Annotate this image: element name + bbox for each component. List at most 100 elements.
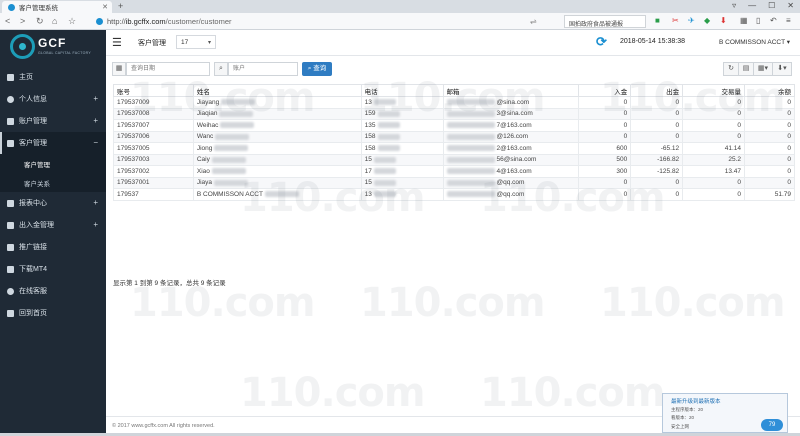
menu-icon[interactable]: ▿ — [732, 1, 736, 10]
close-tab-icon[interactable]: ✕ — [102, 3, 108, 11]
translate-icon[interactable]: ✈ — [688, 16, 695, 25]
table-row[interactable]: 179537001 Jiaya 15 @qq.com 0 0 0 0 — [113, 176, 795, 189]
table-row[interactable]: 179537006 Wanc 158 @126.com 0 0 0 0 — [113, 130, 795, 143]
grid-icon[interactable]: ▦ — [740, 16, 748, 25]
table-row[interactable]: 179537003 Caiy 15 56@sina.com 500 -166.82 25.2… — [113, 153, 795, 166]
cell-volume-text: 0 — [737, 133, 742, 141]
cell-deposit: 0 — [578, 107, 632, 120]
col-deposit[interactable]: 入金 — [578, 84, 632, 97]
cell-balance-text: 0 — [787, 179, 791, 187]
search-icon[interactable]: ⌕ — [214, 62, 228, 76]
col-account[interactable]: 账号 — [113, 84, 194, 97]
sidebar-item-profile[interactable]: 个人信息 + — [0, 88, 106, 110]
sidebar-item-promo-link[interactable]: 推广链接 — [0, 236, 106, 258]
table-row[interactable]: 179537009 Jiayang 13 @sina.com 0 0 0 0 — [113, 96, 795, 109]
sidebar-item-accounts[interactable]: 账户管理 + — [0, 110, 106, 132]
col-volume[interactable]: 交易量 — [682, 84, 746, 97]
download-icon[interactable]: ⬇ — [720, 16, 727, 25]
cell-email-text: @sina.com — [496, 98, 530, 106]
update-notification[interactable]: 最新升级到最新版本 主程序版本：20 看版本：20 安全上网 79 — [662, 393, 788, 433]
cell-phone: 15 — [360, 176, 444, 189]
col-withdraw[interactable]: 出金 — [630, 84, 684, 97]
cell-withdraw: -65.12 — [630, 142, 684, 155]
date-input[interactable] — [126, 62, 210, 76]
home-icon[interactable]: ⌂ — [52, 16, 57, 26]
user-account-menu[interactable]: B COMMISSON ACCT ▾ — [719, 38, 790, 46]
export-icon[interactable]: ⬇▾ — [772, 62, 792, 76]
url-field[interactable]: http:// ib.gcffx.com /customer/customer — [96, 15, 566, 28]
cell-name: Jiong — [192, 142, 362, 155]
sidebar-subitem-customer-manage[interactable]: 客户管理 — [0, 154, 106, 173]
refresh-icon[interactable]: ⟳ — [596, 34, 607, 50]
cell-account: 179537003 — [113, 153, 194, 166]
main-content: ☰ 客户管理 17 ▾ ⟳ 2018-05-14 15:38:38 B COMM… — [106, 30, 800, 434]
cell-volume: 0 — [682, 130, 746, 143]
extension-icon[interactable]: ■ — [655, 16, 660, 25]
share-icon[interactable]: ⇌ — [530, 17, 537, 26]
table-row[interactable]: 179537 B COMMISSON ACCT 13 @qq.com 0 0 0 51.79 — [113, 188, 795, 201]
hamburger-icon[interactable]: ☰ — [112, 36, 122, 49]
sidebar-item-customers[interactable]: 客户管理 − — [0, 132, 106, 154]
col-name[interactable]: 姓名 — [192, 84, 362, 97]
phone-icon[interactable]: ▯ — [756, 16, 760, 25]
reload-icon[interactable]: ↻ — [36, 16, 44, 27]
close-window-icon[interactable]: ✕ — [787, 1, 794, 10]
new-tab-icon[interactable]: + — [118, 1, 123, 11]
cell-withdraw: 0 — [630, 96, 684, 109]
redacted-block — [446, 99, 495, 106]
cell-volume-text: 25.2 — [728, 156, 742, 164]
star-icon[interactable]: ☆ — [68, 16, 76, 27]
cell-phone-text: 158 — [364, 133, 376, 141]
cell-email-text: @qq.com — [496, 190, 525, 198]
cell-balance: 51.79 — [744, 188, 795, 201]
cell-deposit-text: 0 — [623, 121, 628, 129]
table-row[interactable]: 179537005 Jiong 158 2@163.com 600 -65.12 41.14… — [113, 142, 795, 155]
maximize-icon[interactable]: ☐ — [768, 1, 775, 10]
table-row[interactable]: 179537002 Xiao 17 4@163.com 300 -125.82 13.47 0 — [113, 165, 795, 178]
col-phone[interactable]: 电话 — [360, 84, 444, 97]
col-balance[interactable]: 余额 — [744, 84, 795, 97]
sidebar-item-label: 出入金管理 — [19, 222, 54, 229]
account-input[interactable] — [228, 62, 298, 76]
back-icon[interactable]: < — [5, 16, 10, 26]
query-button[interactable]: ⌕ 查询 — [302, 62, 332, 76]
more-icon[interactable]: ≡ — [786, 16, 791, 25]
browser-search-input[interactable]: 国拍政府食品被通报 — [564, 15, 646, 28]
sidebar-item-home[interactable]: 主页 — [0, 66, 106, 88]
sidebar-item-download-mt4[interactable]: 下载MT4 — [0, 258, 106, 280]
redacted-block — [211, 156, 246, 163]
cell-phone: 158 — [360, 142, 444, 155]
account-select[interactable]: 17 ▾ — [176, 35, 216, 49]
app: GCF GLOBAL CAPITAL FACTORY 主页 个人信息 + 账户管… — [0, 30, 800, 436]
game-icon[interactable]: ◆ — [704, 16, 710, 25]
sidebar-item-reports[interactable]: 报表中心 + — [0, 192, 106, 214]
undo-icon[interactable]: ↶ — [770, 16, 777, 25]
report-icon — [7, 199, 14, 207]
refresh-table-icon[interactable]: ↻ — [723, 62, 739, 76]
cell-withdraw-text: 0 — [675, 190, 680, 198]
col-email[interactable]: 邮箱 — [442, 84, 580, 97]
cell-name-text: Weihac — [196, 121, 219, 129]
sidebar-subitem-customer-relation[interactable]: 客户关系 — [0, 173, 106, 192]
calendar-icon[interactable]: ▦ — [112, 62, 126, 76]
cell-balance-text: 0 — [787, 133, 791, 141]
home-icon — [7, 73, 14, 81]
minimize-icon[interactable]: — — [748, 1, 756, 10]
toggle-view-icon[interactable]: ▤ — [738, 62, 754, 76]
redacted-block — [214, 145, 249, 152]
cell-account-text: 179537006 — [117, 133, 150, 141]
sidebar-item-back-home[interactable]: 回到首页 — [0, 302, 106, 324]
cell-deposit-text: 0 — [623, 110, 628, 118]
sidebar-item-funds[interactable]: 出入金管理 + — [0, 214, 106, 236]
cell-withdraw: 0 — [630, 176, 684, 189]
table-row[interactable]: 179537008 Jiaqian 159 3@sina.com 0 0 0 0 — [113, 107, 795, 120]
cell-volume-text: 0 — [737, 121, 742, 129]
site-info-icon[interactable] — [96, 18, 103, 25]
columns-icon[interactable]: ▦▾ — [753, 62, 773, 76]
forward-icon[interactable]: > — [20, 16, 25, 26]
sidebar-item-online-support[interactable]: 在线客服 — [0, 280, 106, 302]
browser-tab[interactable]: 客户管理系统 ✕ — [2, 1, 112, 13]
table-row[interactable]: 179537007 Weihac 135 7@163.com 0 0 0 0 — [113, 119, 795, 132]
cut-icon[interactable]: ✂ — [672, 16, 679, 25]
cell-balance: 0 — [744, 119, 795, 132]
